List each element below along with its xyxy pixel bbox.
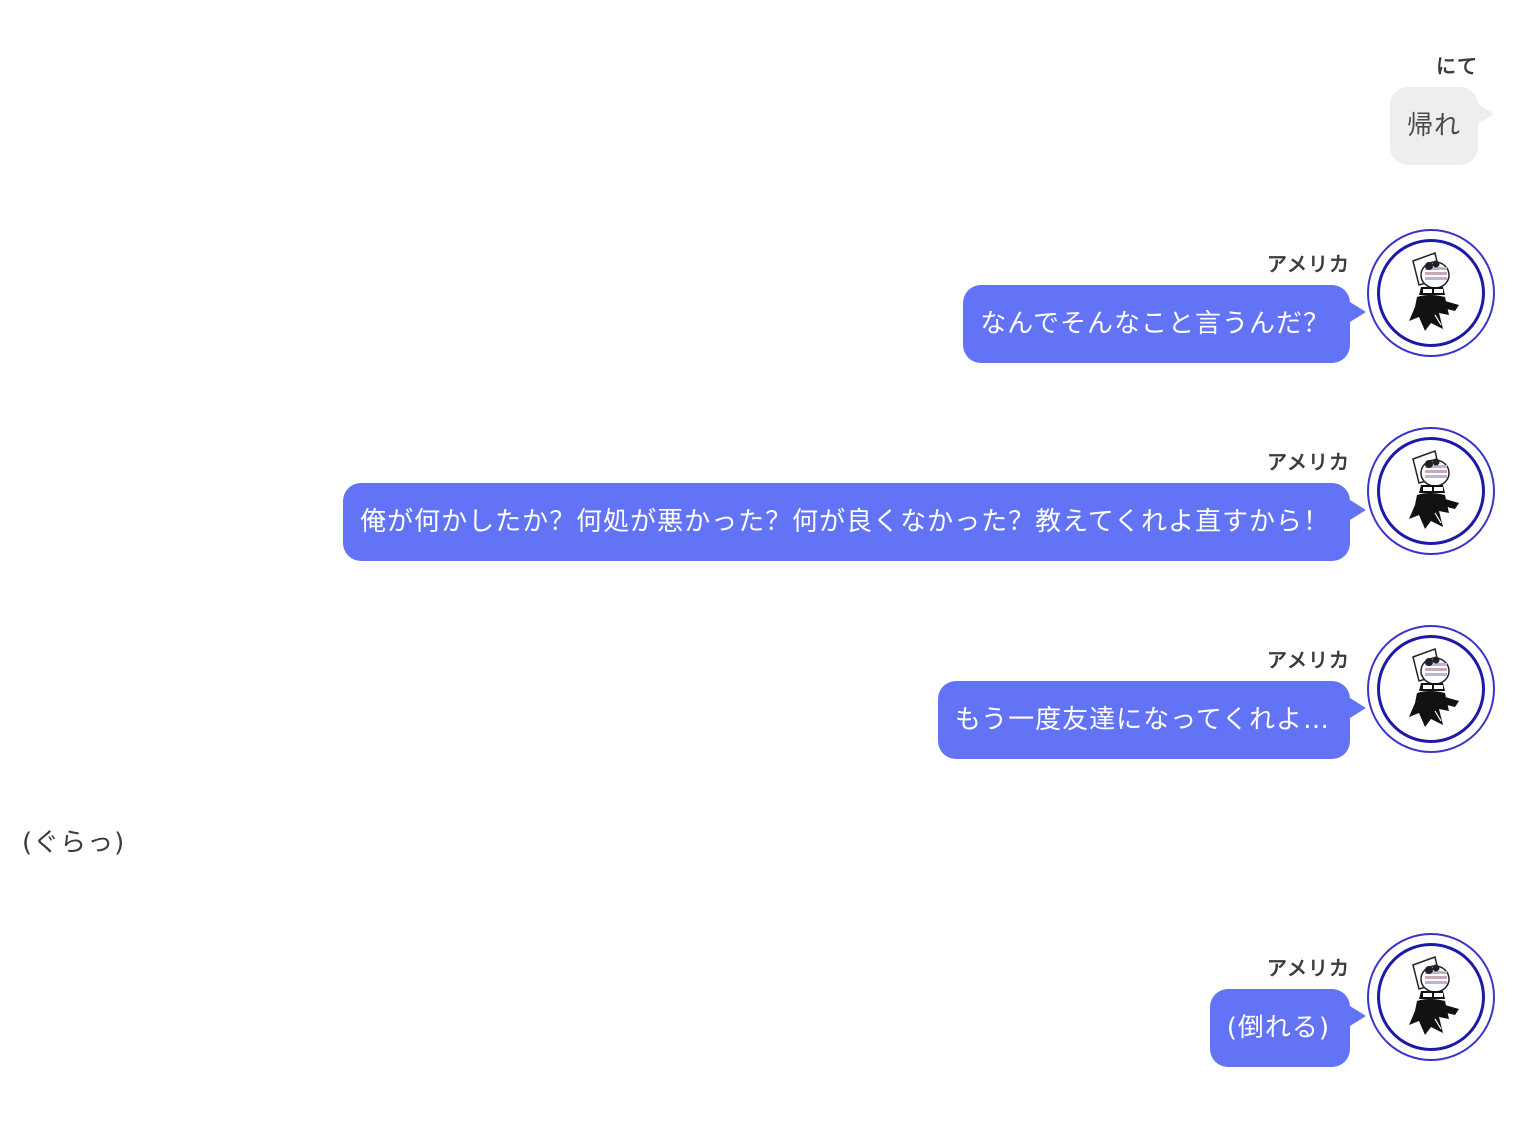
message-bubble: 俺が何かしたか？何処が悪かった？何が良くなかった？教えてくれよ直すから！: [343, 483, 1350, 561]
message-bubble: なんでそんなこと言うんだ？: [963, 285, 1350, 363]
bubble-tail: [1350, 698, 1366, 718]
speaker-name: アメリカ: [1267, 648, 1350, 672]
avatar[interactable]: [1367, 427, 1495, 555]
avatar[interactable]: [1367, 229, 1495, 357]
bubble-tail: [1350, 302, 1366, 322]
bubble-tail: [1478, 104, 1494, 124]
avatar[interactable]: [1367, 933, 1495, 1061]
narration-text: (ぐらっ): [22, 828, 126, 858]
character-avatar-icon: [1409, 648, 1459, 727]
message-bubble: 帰れ: [1389, 87, 1478, 165]
message-bubble: (倒れる): [1209, 989, 1350, 1067]
speaker-name: アメリカ: [1267, 956, 1350, 980]
message-bubble: もう一度友達になってくれよ…: [937, 681, 1350, 759]
avatar[interactable]: [1367, 625, 1495, 753]
speaker-name: アメリカ: [1267, 450, 1350, 474]
character-avatar-icon: [1409, 450, 1459, 529]
character-avatar-icon: [1409, 956, 1459, 1035]
bubble-tail: [1350, 1006, 1366, 1026]
bubble-tail: [1350, 500, 1366, 520]
character-avatar-icon: [1409, 252, 1459, 331]
speaker-name: アメリカ: [1267, 252, 1350, 276]
speaker-name: にて: [1436, 54, 1478, 78]
